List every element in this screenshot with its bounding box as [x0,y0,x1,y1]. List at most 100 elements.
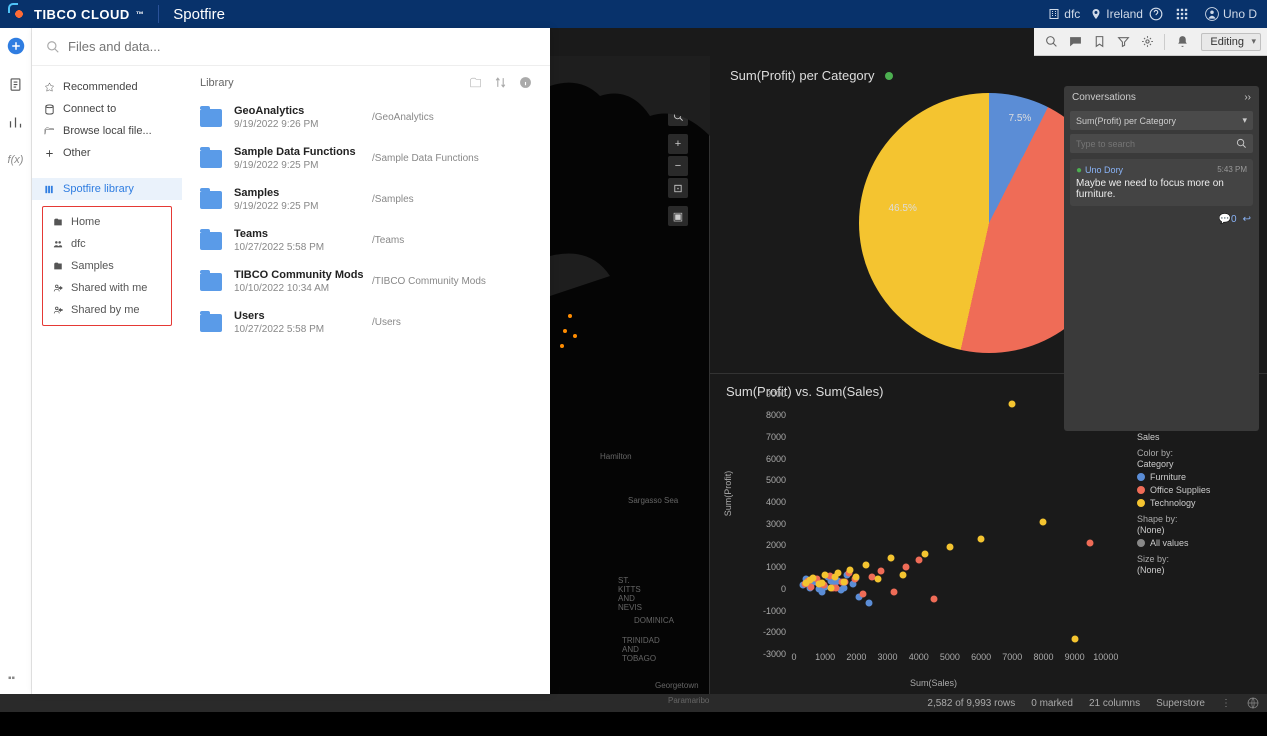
folder-icon [200,273,222,291]
collapse-icon[interactable]: ▪▪ [8,673,15,684]
data-point[interactable] [1071,636,1078,643]
reply-icon[interactable]: ↩ [1243,214,1251,225]
data-point[interactable] [1009,401,1016,408]
canvas: Editing + − ⊡ ▣ Hamilton Sargasso Sea ST… [550,28,1267,694]
legend-tech[interactable]: Technology [1137,498,1247,508]
data-point[interactable] [840,585,847,592]
pie-chart[interactable]: Sum(Profit) per Category 7.5% 46.0% 46.5… [710,56,1267,374]
data-point[interactable] [978,535,985,542]
annotation-indicator-icon[interactable] [885,72,893,80]
plus-icon [44,148,55,159]
legend-furniture[interactable]: Furniture [1137,472,1247,482]
data-point[interactable] [1087,540,1094,547]
nav-recommended[interactable]: Recommended [32,76,182,98]
library-folder[interactable]: Users10/27/2022 5:58 PM/Users [200,302,532,343]
view-icon[interactable] [469,76,482,89]
folder-icon [200,191,222,209]
fx-icon[interactable]: f(x) [6,150,26,170]
nav-home[interactable]: Home [43,211,171,233]
library-folder[interactable]: Teams10/27/2022 5:58 PM/Teams [200,220,532,261]
app-name: Spotfire [173,6,225,23]
y-axis-label: Sum(Profit) [723,470,733,516]
data-point[interactable] [847,566,854,573]
nav-samples[interactable]: Samples [43,255,171,277]
add-button[interactable] [6,36,26,56]
folder-icon [53,217,63,227]
search-bar[interactable] [32,28,550,66]
data-point[interactable] [853,574,860,581]
conversation-search[interactable] [1070,134,1253,153]
nav-shared-by[interactable]: Shared by me [43,299,171,321]
data-point[interactable] [915,557,922,564]
user-menu[interactable]: Uno D [1205,7,1257,21]
org-selector[interactable]: dfc [1048,7,1080,21]
data-point[interactable] [806,576,813,583]
search-input[interactable] [68,39,536,54]
info-icon[interactable] [519,76,532,89]
bookmark-tool-icon[interactable] [1088,31,1110,53]
nav-browse[interactable]: Browse local file... [32,120,182,142]
data-point[interactable] [828,585,835,592]
data-point[interactable] [875,576,882,583]
data-point[interactable] [1040,518,1047,525]
search-tool-icon[interactable] [1040,31,1062,53]
files-icon[interactable] [6,74,26,94]
status-globe-icon[interactable] [1247,697,1259,709]
data-point[interactable] [890,589,897,596]
mode-selector[interactable]: Editing [1201,33,1261,51]
nav-library[interactable]: Spotfire library [32,178,182,200]
data-point[interactable] [887,555,894,562]
data-point[interactable] [931,595,938,602]
expand-icon[interactable]: ›› [1244,92,1251,103]
nav-connect[interactable]: Connect to [32,98,182,120]
sort-icon[interactable] [494,76,507,89]
shared-out-icon [53,305,63,315]
library-subnav: Home dfc Samples Shared with me Shared b… [42,206,172,326]
folder-icon [200,314,222,332]
visualizations-icon[interactable] [6,112,26,132]
legend-office[interactable]: Office Supplies [1137,485,1247,495]
data-point[interactable] [878,567,885,574]
status-rows: 2,582 of 9,993 rows [927,698,1015,709]
filter-tool-icon[interactable] [1112,31,1134,53]
files-flyout: Recommended Connect to Browse local file… [32,28,550,694]
data-point[interactable] [831,573,838,580]
comment-tool-icon[interactable] [1064,31,1086,53]
library-list: Library GeoAnalytics9/19/2022 9:26 PM/Ge… [182,66,550,694]
notifications-icon[interactable] [1171,31,1193,53]
left-rail: f(x) ▪▪ [0,28,32,694]
data-point[interactable] [819,580,826,587]
conversations-panel: × + Conversations›› Sum(Profit) per Cate… [1064,86,1259,431]
data-point[interactable] [862,561,869,568]
data-point[interactable] [903,563,910,570]
status-menu-icon[interactable]: ⋮ [1221,698,1231,709]
conversation-scope-selector[interactable]: Sum(Profit) per Category [1070,111,1253,130]
library-folder[interactable]: TIBCO Community Mods10/10/2022 10:34 AM/… [200,261,532,302]
brand-logo[interactable]: TIBCO CLOUD ™ [10,5,144,23]
map-visualization[interactable]: + − ⊡ ▣ Hamilton Sargasso Sea ST. KITTS … [550,56,710,694]
data-point[interactable] [840,578,847,585]
x-axis-label: Sum(Sales) [910,678,957,688]
data-point[interactable] [900,572,907,579]
library-icon [44,184,55,195]
nav-dfc[interactable]: dfc [43,233,171,255]
conversation-message[interactable]: ●Uno Dory 5:43 PM Maybe we need to focus… [1070,159,1253,206]
region-selector[interactable]: Ireland [1090,7,1143,21]
library-folder[interactable]: Samples9/19/2022 9:25 PM/Samples [200,179,532,220]
library-folder[interactable]: GeoAnalytics9/19/2022 9:26 PM/GeoAnalyti… [200,97,532,138]
data-point[interactable] [859,591,866,598]
legend-all[interactable]: All values [1137,538,1247,548]
library-folder[interactable]: Sample Data Functions9/19/2022 9:25 PM/S… [200,138,532,179]
nav-shared-with[interactable]: Shared with me [43,277,171,299]
data-point[interactable] [822,572,829,579]
nav-other[interactable]: Other [32,142,182,164]
help-icon[interactable] [1143,1,1169,27]
reply-count[interactable]: 💬0 [1219,214,1237,225]
settings-tool-icon[interactable] [1136,31,1158,53]
data-point[interactable] [946,544,953,551]
data-point[interactable] [865,599,872,606]
plot-area[interactable] [794,394,1137,651]
data-point[interactable] [921,550,928,557]
apps-icon[interactable] [1169,1,1195,27]
app-header: TIBCO CLOUD ™ Spotfire dfc Ireland Uno D [0,0,1267,28]
